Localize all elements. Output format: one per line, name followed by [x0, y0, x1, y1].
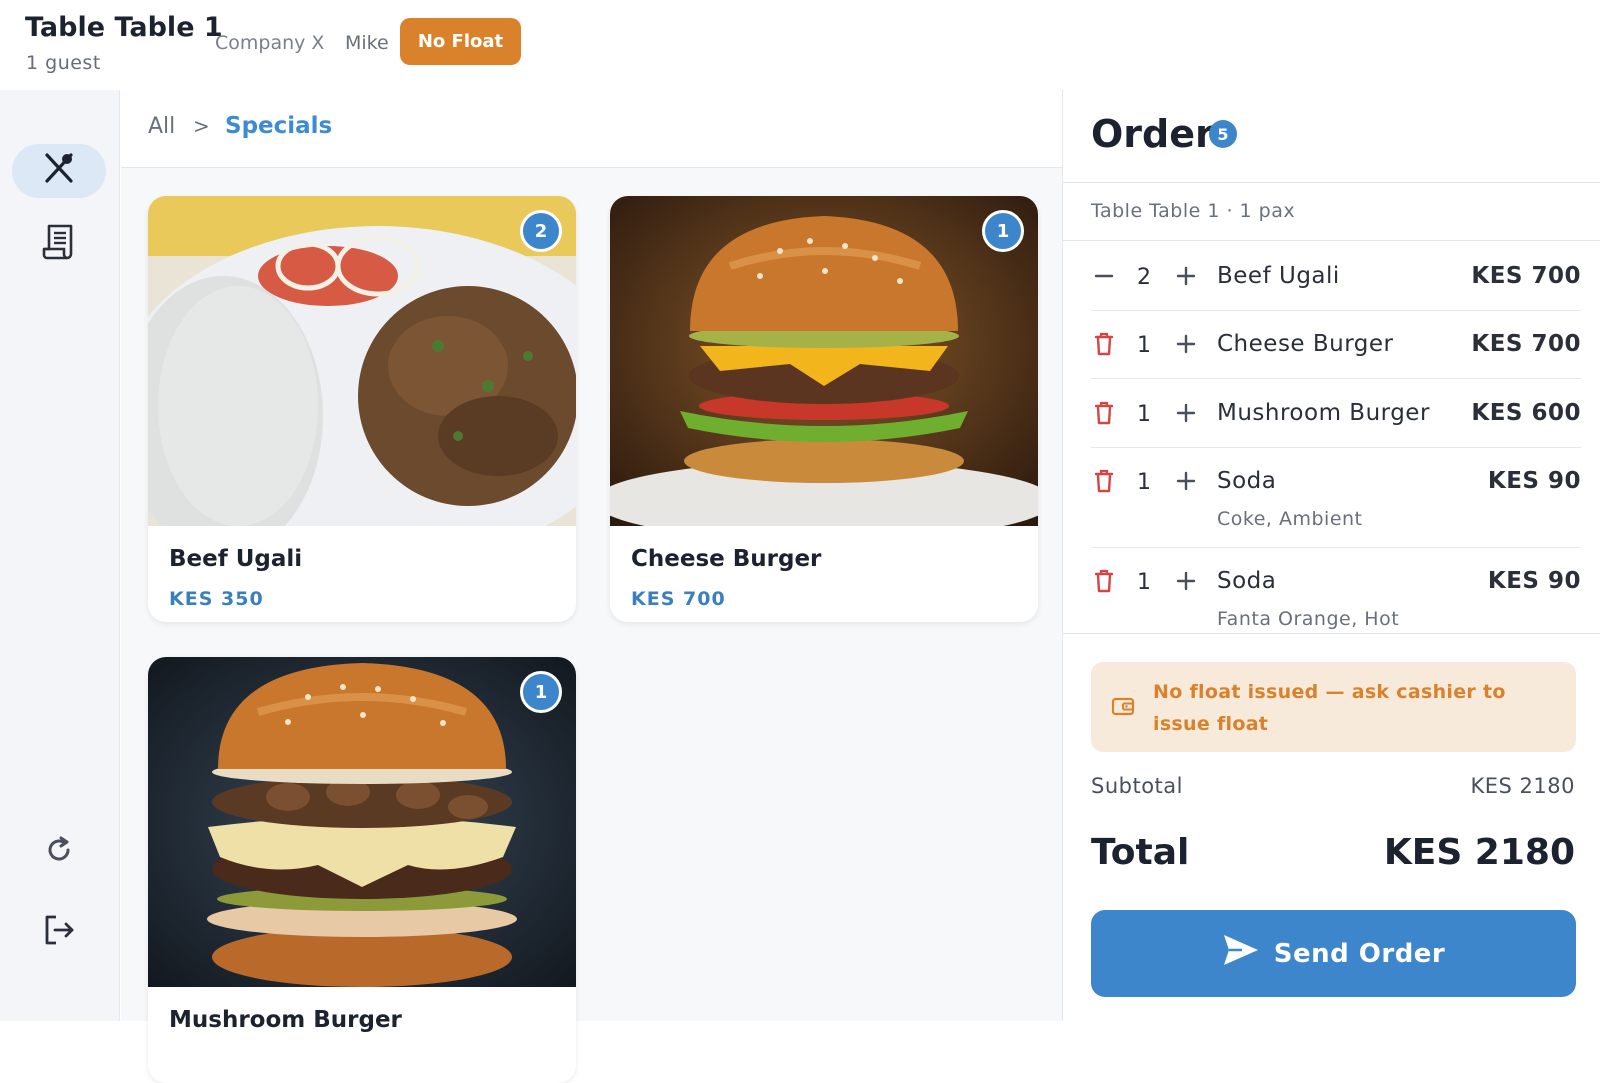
- warning-text: No float issued — ask cashier to issue f…: [1153, 681, 1506, 735]
- float-status-badge[interactable]: No Float: [400, 18, 521, 65]
- refresh-icon: [44, 835, 74, 869]
- company-name: Company X: [215, 32, 325, 54]
- increase-qty-button[interactable]: [1173, 568, 1199, 598]
- waiter-name: Mike: [345, 32, 389, 54]
- product-image: 1: [148, 657, 576, 987]
- product-name: Mushroom Burger: [169, 1007, 402, 1033]
- product-card[interactable]: 1 Mushroom Burger: [148, 657, 576, 1083]
- divider: [1063, 182, 1600, 183]
- utensils-icon: [41, 151, 77, 191]
- trash-icon: [1094, 332, 1114, 360]
- increase-qty-button[interactable]: [1173, 468, 1199, 498]
- line-item-name: Cheese Burger: [1217, 331, 1394, 357]
- order-line: 1 Mushroom Burger KES 600: [1091, 400, 1581, 448]
- line-item-price: KES 600: [1471, 400, 1581, 426]
- remove-item-button[interactable]: [1091, 568, 1117, 598]
- line-item-name: Mushroom Burger: [1217, 400, 1430, 426]
- product-image: 2: [148, 196, 576, 526]
- total-label: Total: [1091, 832, 1190, 873]
- send-icon: [1222, 933, 1260, 974]
- product-card[interactable]: 1 Cheese Burger KES 700: [610, 196, 1038, 622]
- remove-item-button[interactable]: [1091, 400, 1117, 430]
- line-item-name: Soda: [1217, 468, 1277, 494]
- trash-icon: [1094, 469, 1114, 497]
- receipt-icon: [42, 223, 76, 265]
- trash-icon: [1094, 401, 1114, 429]
- remove-item-button[interactable]: [1091, 468, 1117, 498]
- order-title: Order: [1091, 112, 1214, 156]
- line-item-name: Beef Ugali: [1217, 263, 1340, 289]
- breadcrumb: All > Specials: [121, 90, 1062, 168]
- order-lines: 2 Beef Ugali KES 700 1 Cheese Burger KES…: [1063, 241, 1600, 633]
- product-image: 1: [610, 196, 1038, 526]
- increase-qty-button[interactable]: [1173, 400, 1199, 430]
- remove-item-button[interactable]: [1091, 331, 1117, 361]
- top-bar: Table Table 1 1 guest Company X Mike No …: [0, 0, 1600, 90]
- logout-button[interactable]: [12, 905, 106, 959]
- in-order-count-badge: 1: [982, 210, 1024, 252]
- order-count-badge: 5: [1209, 120, 1237, 148]
- line-item-modifiers: Coke, Ambient: [1217, 508, 1363, 530]
- orders-nav-button[interactable]: [12, 217, 106, 271]
- subtotal-label: Subtotal: [1091, 774, 1183, 798]
- product-name: Cheese Burger: [631, 546, 822, 572]
- product-name: Beef Ugali: [169, 546, 303, 572]
- divider: [1063, 633, 1600, 634]
- line-qty: 1: [1137, 402, 1151, 427]
- menu-nav-button[interactable]: [12, 144, 106, 198]
- logout-icon: [42, 913, 76, 951]
- wallet-icon: [1111, 694, 1135, 722]
- line-item-name: Soda: [1217, 568, 1277, 594]
- plus-icon: [1176, 571, 1196, 595]
- line-qty: 1: [1137, 333, 1151, 358]
- line-qty: 2: [1137, 265, 1151, 290]
- breadcrumb-all[interactable]: All: [148, 114, 175, 139]
- decrease-qty-button[interactable]: [1091, 263, 1117, 293]
- product-price: KES 350: [169, 588, 264, 610]
- plus-icon: [1176, 471, 1196, 495]
- send-order-button[interactable]: Send Order: [1091, 910, 1576, 997]
- order-line: 1 Soda KES 90 Coke, Ambient: [1091, 468, 1581, 548]
- line-qty: 1: [1137, 570, 1151, 595]
- product-card[interactable]: 2 Beef Ugali KES 350: [148, 196, 576, 622]
- menu-area: All > Specials 2 Beef Ugali KES 350 1 Ch…: [121, 90, 1062, 1083]
- increase-qty-button[interactable]: [1173, 331, 1199, 361]
- total-value: KES 2180: [1383, 832, 1575, 873]
- trash-icon: [1094, 569, 1114, 597]
- order-table-info: Table Table 1 · 1 pax: [1091, 200, 1296, 222]
- order-line: 2 Beef Ugali KES 700: [1091, 263, 1581, 311]
- plus-icon: [1176, 334, 1196, 358]
- order-line: 1 Soda KES 90 Fanta Orange, Hot: [1091, 568, 1581, 633]
- minus-icon: [1094, 266, 1114, 290]
- order-line: 1 Cheese Burger KES 700: [1091, 331, 1581, 379]
- line-item-modifiers: Fanta Orange, Hot: [1217, 608, 1400, 630]
- line-item-price: KES 90: [1487, 568, 1581, 594]
- refresh-button[interactable]: [12, 825, 106, 879]
- side-rail: [0, 90, 120, 1021]
- increase-qty-button[interactable]: [1173, 263, 1199, 293]
- plus-icon: [1176, 266, 1196, 290]
- in-order-count-badge: 1: [520, 671, 562, 713]
- send-order-label: Send Order: [1273, 938, 1446, 969]
- line-qty: 1: [1137, 470, 1151, 495]
- line-item-price: KES 90: [1487, 468, 1581, 494]
- guest-count: 1 guest: [26, 52, 101, 74]
- breadcrumb-current: Specials: [225, 113, 333, 139]
- subtotal-value: KES 2180: [1470, 774, 1575, 798]
- in-order-count-badge: 2: [520, 210, 562, 252]
- line-item-price: KES 700: [1471, 263, 1581, 289]
- float-warning: No float issued — ask cashier to issue f…: [1091, 662, 1576, 752]
- order-panel: Order 5 Table Table 1 · 1 pax 2 Beef Uga…: [1062, 90, 1600, 1021]
- line-item-price: KES 700: [1471, 331, 1581, 357]
- chevron-right-icon: >: [193, 114, 210, 138]
- plus-icon: [1176, 403, 1196, 427]
- product-price: KES 700: [631, 588, 726, 610]
- table-title: Table Table 1: [25, 12, 223, 43]
